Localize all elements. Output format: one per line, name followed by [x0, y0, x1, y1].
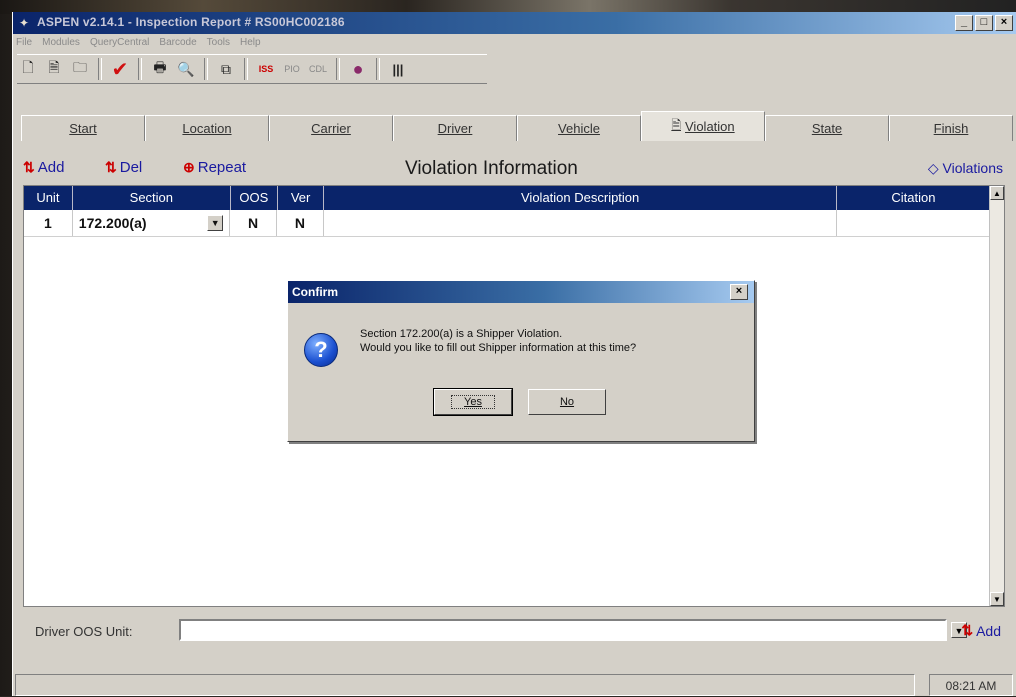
checkmark-icon[interactable]: ✔	[109, 58, 131, 81]
del-label: Del	[119, 159, 143, 176]
no-label: No	[559, 396, 575, 408]
cell-unit[interactable]: 1	[24, 210, 73, 236]
column-header-unit[interactable]: Unit	[24, 186, 73, 210]
window-title: ASPEN v2.14.1 - Inspection Report # RS00…	[37, 15, 345, 29]
open-document-icon[interactable]: 🗎	[43, 58, 65, 80]
tab-state[interactable]: State	[765, 115, 889, 141]
violations-link-label: Violations	[942, 160, 1003, 176]
cell-description[interactable]	[324, 210, 837, 236]
tab-finish[interactable]: Finish	[889, 115, 1013, 141]
dialog-message-line2: Would you like to fill out Shipper infor…	[360, 342, 637, 354]
add-violation-button[interactable]: ⇅ Add	[23, 159, 64, 176]
section-title: Violation Information	[405, 158, 578, 179]
toolbar-separator	[376, 58, 380, 80]
add-row-icon: ⇅	[961, 622, 974, 638]
tab-location[interactable]: Location	[145, 115, 269, 141]
dialog-titlebar[interactable]: Confirm ×	[288, 281, 754, 303]
section-value: 172.200(a)	[78, 215, 147, 231]
copy-icon[interactable]: ⧉	[215, 58, 237, 80]
driver-oos-add-button[interactable]: ⇅ Add	[961, 622, 1001, 639]
repeat-label: Repeat	[197, 159, 247, 176]
tab-vehicle[interactable]: Vehicle	[517, 115, 641, 141]
pio-icon[interactable]: PIO	[281, 58, 303, 80]
tab-start[interactable]: Start	[21, 115, 145, 141]
menu-bar: File Modules QueryCentral Barcode Tools …	[13, 34, 1016, 52]
column-header-section[interactable]: Section	[72, 186, 231, 210]
tab-carrier[interactable]: Carrier	[269, 115, 393, 141]
status-time: 08:21 AM	[929, 674, 1013, 696]
column-header-citation[interactable]: Citation	[836, 186, 991, 210]
app-icon: ✦	[19, 16, 30, 30]
scroll-down-icon[interactable]: ▼	[990, 592, 1004, 606]
toolbar-separator	[98, 58, 102, 80]
tab-violation[interactable]: 🗎 Violation	[641, 111, 765, 141]
toolbar-separator	[244, 58, 248, 80]
violations-link[interactable]: ◇ Violations	[928, 160, 1003, 177]
column-header-ver[interactable]: Ver	[277, 186, 325, 210]
repeat-violation-button[interactable]: ⊕ Repeat	[183, 159, 246, 176]
delete-row-icon: ⇅	[105, 159, 117, 175]
dialog-message-line1: Section 172.200(a) is a Shipper Violatio…	[360, 328, 563, 340]
print-preview-icon[interactable]: 🔍	[175, 58, 197, 80]
window-controls: _ □ ×	[955, 15, 1013, 31]
app-window: ✦ ASPEN v2.14.1 - Inspection Report # RS…	[12, 12, 1016, 696]
printer-icon[interactable]: 🖶	[149, 58, 171, 80]
toolbar-separator	[336, 58, 340, 80]
yes-label: Yes	[451, 395, 495, 409]
maximize-button[interactable]: □	[975, 15, 993, 31]
menu-barcode[interactable]: Barcode	[158, 34, 197, 52]
dialog-close-button[interactable]: ×	[730, 284, 748, 300]
window-titlebar[interactable]: ✦ ASPEN v2.14.1 - Inspection Report # RS…	[13, 12, 1016, 34]
vertical-scrollbar[interactable]: ▲ ▼	[989, 186, 1004, 606]
tab-driver[interactable]: Driver	[393, 115, 517, 141]
cell-citation[interactable]	[837, 210, 990, 236]
cell-oos[interactable]: N	[230, 210, 277, 236]
tab-bar: Start Location Carrier Driver Vehicle 🗎 …	[21, 111, 1013, 142]
status-panel	[15, 674, 915, 696]
toolbar-separator	[204, 58, 208, 80]
status-bar: 08:21 AM	[13, 666, 1016, 696]
driver-oos-add-label: Add	[976, 622, 1001, 639]
menu-file[interactable]: File	[15, 34, 33, 52]
violation-actions: ⇅ Add ⇅ Del ⊕ Repeat Violation Informati…	[17, 155, 1003, 183]
repeat-icon: ⊕	[183, 159, 195, 175]
cell-ver[interactable]: N	[277, 210, 324, 236]
cell-section[interactable]: 172.200(a) ▼	[73, 210, 231, 236]
diamond-icon: ◇	[927, 160, 939, 176]
tab-violation-label: Violation	[685, 119, 735, 134]
menu-querycentral[interactable]: QueryCentral	[89, 34, 150, 52]
no-button[interactable]: No	[528, 389, 606, 415]
violation-tab-icon: 🗎	[671, 118, 681, 132]
driver-oos-input[interactable]	[179, 619, 947, 641]
section-dropdown-icon[interactable]: ▼	[207, 215, 224, 231]
menu-modules[interactable]: Modules	[41, 34, 81, 52]
new-document-icon[interactable]: 🗋	[17, 58, 39, 80]
toolbar: 🗋 🗎 🗀 ✔ 🖶 🔍 ⧉ ISS PIO CDL ● |||	[17, 54, 487, 84]
confirm-dialog: Confirm × ? Section 172.200(a) is a Ship…	[287, 280, 755, 442]
driver-oos-bar: Driver OOS Unit: ▼ ⇅ Add	[23, 617, 1001, 647]
table-row[interactable]: 1 172.200(a) ▼ N N	[24, 210, 990, 237]
menu-help[interactable]: Help	[239, 34, 262, 52]
add-label: Add	[37, 159, 65, 176]
menu-tools[interactable]: Tools	[206, 34, 231, 52]
delete-violation-button[interactable]: ⇅ Del	[105, 159, 142, 176]
book-icon[interactable]: ●	[347, 58, 369, 80]
scroll-up-icon[interactable]: ▲	[990, 186, 1004, 200]
driver-oos-label: Driver OOS Unit:	[35, 624, 133, 639]
dialog-title: Confirm	[292, 285, 338, 299]
toolbar-separator	[138, 58, 142, 80]
question-icon: ?	[304, 333, 338, 367]
cdl-icon[interactable]: CDL	[307, 58, 329, 80]
column-header-description[interactable]: Violation Description	[324, 186, 837, 210]
barcode-icon[interactable]: |||	[387, 58, 409, 80]
add-row-icon: ⇅	[23, 159, 35, 175]
folder-icon[interactable]: 🗀	[69, 58, 91, 80]
column-header-oos[interactable]: OOS	[230, 186, 278, 210]
grid-header: Unit Section OOS Ver Violation Descripti…	[24, 186, 991, 210]
minimize-button[interactable]: _	[955, 15, 973, 31]
dialog-message: Section 172.200(a) is a Shipper Violatio…	[360, 327, 636, 355]
close-button[interactable]: ×	[995, 15, 1013, 31]
iss-icon[interactable]: ISS	[255, 58, 277, 80]
yes-button[interactable]: Yes	[433, 388, 513, 416]
